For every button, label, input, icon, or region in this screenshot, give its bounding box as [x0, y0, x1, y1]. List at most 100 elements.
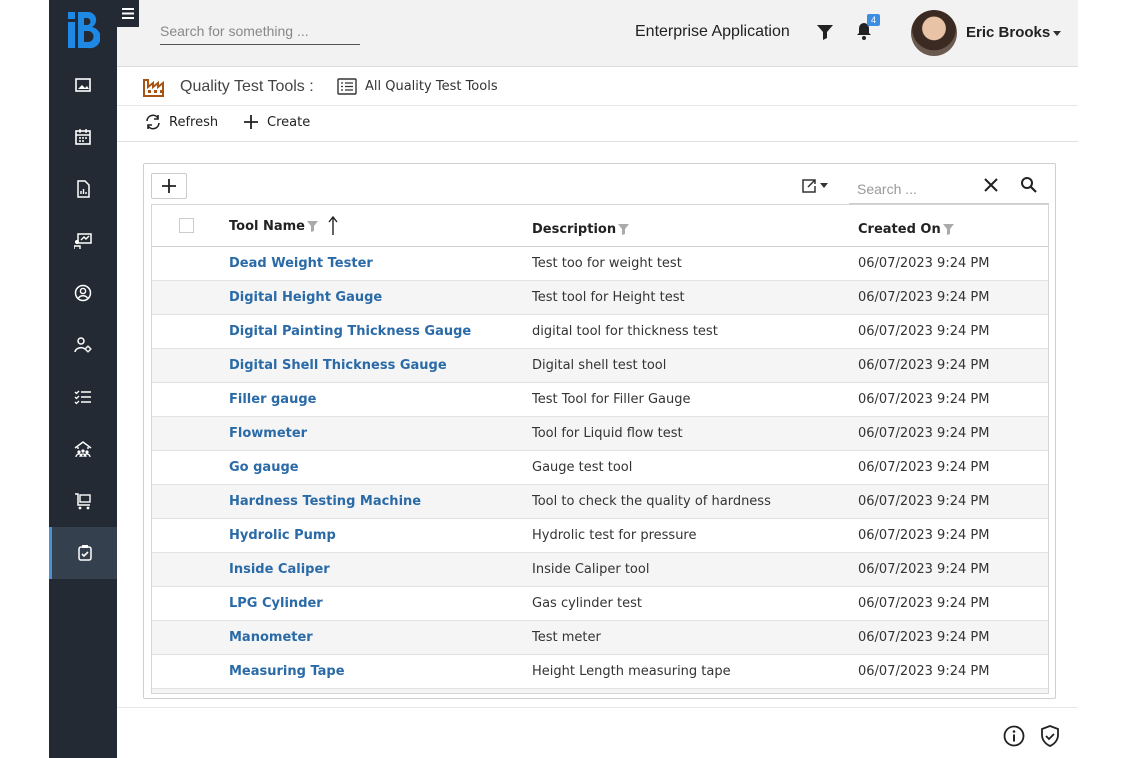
user-menu-caret-icon[interactable]	[1053, 31, 1061, 36]
created-on-cell: 06/07/2023 9:24 PM	[858, 358, 990, 373]
notification-count-badge: 4	[867, 14, 881, 26]
plus-icon	[162, 179, 176, 193]
created-on-cell: 06/07/2023 9:24 PM	[858, 290, 990, 305]
tool-name-link[interactable]: Digital Painting Thickness Gauge	[229, 324, 471, 339]
table-row[interactable]: Manometer Test meter 06/07/2023 9:24 PM	[152, 621, 1048, 655]
user-settings-icon	[74, 337, 92, 353]
table-row[interactable]: Filler gauge Test Tool for Filler Gauge …	[152, 383, 1048, 417]
table-row[interactable]: Digital Painting Thickness Gauge digital…	[152, 315, 1048, 349]
user-circle-icon	[74, 284, 92, 302]
view-selector[interactable]: All Quality Test Tools	[365, 79, 498, 94]
sidebar-item-warehouse[interactable]	[49, 423, 117, 475]
column-header-description[interactable]: Description	[532, 208, 630, 250]
action-toolbar: Refresh Create	[117, 106, 1078, 142]
sidebar-item-quality[interactable]	[49, 527, 117, 579]
column-header-created-on[interactable]: Created On	[858, 208, 954, 250]
refresh-label: Refresh	[169, 114, 219, 130]
grid-panel: Tool Name Description Created On Dead We…	[143, 163, 1056, 699]
description-cell: digital tool for thickness test	[532, 324, 718, 339]
description-cell: Digital shell test tool	[532, 358, 667, 373]
table-row[interactable]: Hardness Testing Machine Tool to check t…	[152, 485, 1048, 519]
app-frame: Enterprise Application 4 Eric Brooks Qua…	[49, 0, 1078, 758]
tool-name-link[interactable]: Go gauge	[229, 460, 299, 475]
created-on-cell: 06/07/2023 9:24 PM	[858, 460, 990, 475]
tool-name-link[interactable]: LPG Cylinder	[229, 596, 323, 611]
footer	[117, 707, 1078, 758]
tool-name-link[interactable]: Dead Weight Tester	[229, 256, 373, 271]
grid-search	[849, 172, 1049, 204]
table-row[interactable]: Measuring Tape Height Length measuring t…	[152, 655, 1048, 689]
column-filter-icon[interactable]	[618, 223, 630, 235]
tool-name-link[interactable]: Digital Height Gauge	[229, 290, 382, 305]
created-on-cell: 06/07/2023 9:24 PM	[858, 426, 990, 441]
calendar-icon	[75, 129, 91, 145]
tool-name-link[interactable]: Measuring Tape	[229, 664, 345, 679]
tool-name-link[interactable]: Filler gauge	[229, 392, 316, 407]
sidebar-item-checklist[interactable]	[49, 371, 117, 423]
global-search-input[interactable]	[160, 17, 360, 45]
sidebar-item-reports[interactable]	[49, 163, 117, 215]
chevron-down-icon	[820, 183, 828, 188]
tool-name-link[interactable]: Flowmeter	[229, 426, 307, 441]
sidebar-item-gallery[interactable]	[49, 59, 117, 111]
create-label: Create	[267, 114, 311, 130]
tool-name-link[interactable]: Manometer	[229, 630, 313, 645]
export-icon	[802, 179, 816, 193]
checklist-icon	[74, 390, 91, 405]
top-bar: Enterprise Application 4 Eric Brooks	[117, 0, 1078, 67]
created-on-cell: 06/07/2023 9:24 PM	[858, 596, 990, 611]
refresh-button[interactable]: Refresh	[145, 114, 218, 130]
table-row[interactable]: Go gauge Gauge test tool 06/07/2023 9:24…	[152, 451, 1048, 485]
close-icon[interactable]	[982, 176, 1000, 194]
image-icon	[75, 78, 91, 92]
tool-name-link[interactable]: Hardness Testing Machine	[229, 494, 421, 509]
sidebar-item-presentation[interactable]	[49, 215, 117, 267]
menu-toggle-icon[interactable]	[117, 0, 139, 27]
plus-icon	[244, 115, 258, 129]
avatar[interactable]	[911, 10, 957, 56]
filter-icon[interactable]	[817, 24, 833, 40]
select-all-checkbox[interactable]	[179, 218, 194, 233]
description-cell: Test Tool for Filler Gauge	[532, 392, 691, 407]
sort-ascending-icon[interactable]	[328, 216, 338, 236]
table-row[interactable]: LPG Cylinder Gas cylinder test 06/07/202…	[152, 587, 1048, 621]
description-cell: Height Length measuring tape	[532, 664, 731, 679]
table-row[interactable]: Digital Height Gauge Test tool for Heigh…	[152, 281, 1048, 315]
sidebar-item-calendar[interactable]	[49, 111, 117, 163]
sidebar-item-profile[interactable]	[49, 267, 117, 319]
description-cell: Gas cylinder test	[532, 596, 642, 611]
user-name[interactable]: Eric Brooks	[966, 24, 1050, 41]
tool-name-link[interactable]: Digital Shell Thickness Gauge	[229, 358, 447, 373]
column-filter-icon[interactable]	[942, 223, 954, 235]
tool-name-link[interactable]: Hydrolic Pump	[229, 528, 336, 543]
export-button[interactable]	[801, 177, 833, 195]
table-row[interactable]: Inside Caliper Inside Caliper tool 06/07…	[152, 553, 1048, 587]
created-on-cell: 06/07/2023 9:24 PM	[858, 494, 990, 509]
search-icon[interactable]	[1020, 176, 1038, 194]
created-on-cell: 06/07/2023 9:24 PM	[858, 324, 990, 339]
grid-search-input[interactable]	[857, 178, 967, 200]
sidebar-item-cart[interactable]	[49, 475, 117, 527]
breadcrumb: Quality Test Tools : All Quality Test To…	[117, 68, 1078, 106]
table-row[interactable]: Hydrolic Pump Hydrolic test for pressure…	[152, 519, 1048, 553]
description-cell: Hydrolic test for pressure	[532, 528, 697, 543]
sidebar-item-user-settings[interactable]	[49, 319, 117, 371]
cart-icon	[75, 493, 91, 510]
tool-name-link[interactable]: Inside Caliper	[229, 562, 330, 577]
brand-logo-icon[interactable]	[66, 10, 100, 50]
column-header-tool-name[interactable]: Tool Name	[229, 205, 338, 247]
factory-icon	[143, 79, 164, 97]
created-on-cell: 06/07/2023 9:24 PM	[858, 528, 990, 543]
description-cell: Gauge test tool	[532, 460, 633, 475]
list-view-icon	[337, 78, 357, 95]
column-filter-icon[interactable]	[307, 220, 319, 232]
table-row[interactable]: Digital Shell Thickness Gauge Digital sh…	[152, 349, 1048, 383]
table-row[interactable]: Flowmeter Tool for Liquid flow test 06/0…	[152, 417, 1048, 451]
info-icon[interactable]	[1003, 725, 1025, 747]
create-button[interactable]: Create	[243, 114, 310, 130]
shield-check-icon[interactable]	[1039, 725, 1061, 747]
add-row-button[interactable]	[151, 173, 187, 199]
column-label: Description	[532, 221, 617, 237]
created-on-cell: 06/07/2023 9:24 PM	[858, 562, 990, 577]
table-row[interactable]: Dead Weight Tester Test too for weight t…	[152, 247, 1048, 281]
